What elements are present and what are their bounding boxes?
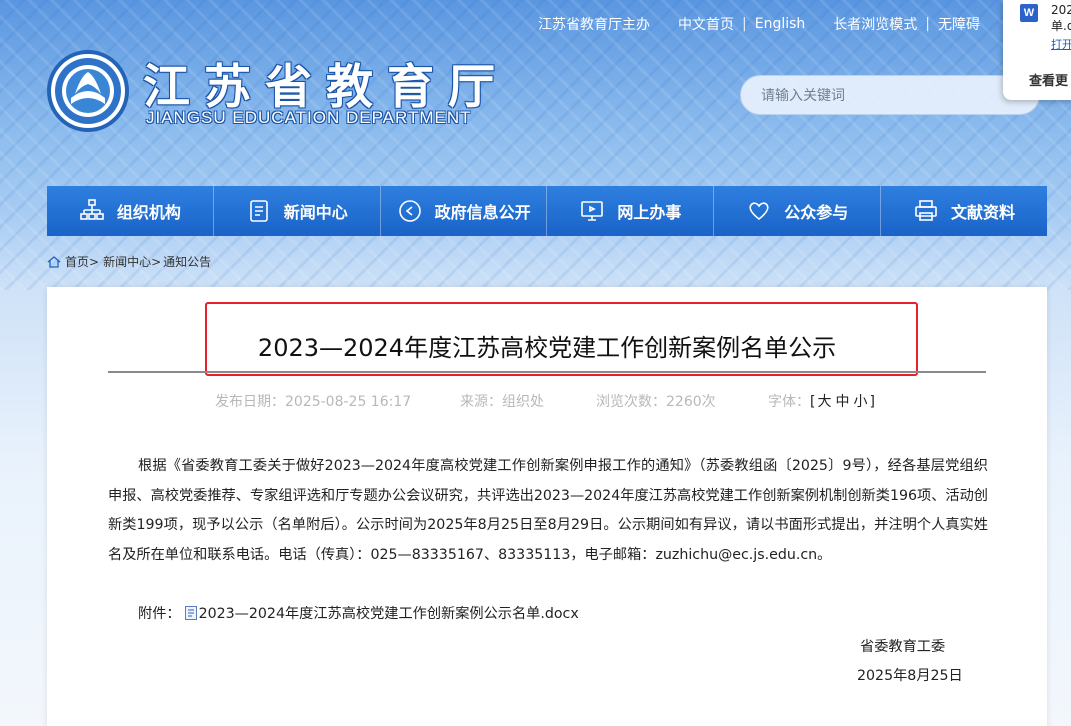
source-label: 来源：: [460, 394, 502, 410]
views-value: 2260次: [666, 394, 716, 410]
emblem-icon: [55, 58, 121, 124]
source-value: 组织处: [502, 394, 544, 410]
publish-value: 2025-08-25 16:17: [285, 394, 412, 410]
nav-label: 网上办事: [617, 203, 682, 222]
search-input[interactable]: [761, 85, 1021, 107]
nav-label: 政府信息公开: [434, 203, 531, 222]
search-box: [740, 75, 1040, 115]
home-cn-link[interactable]: 中文首页: [678, 14, 734, 34]
download-filename[interactable]: 2023 单.d: [1051, 2, 1071, 34]
document-icon: [249, 200, 268, 222]
font-size-control: 字体：[大中小]: [768, 391, 875, 411]
attachment: 附件： 2023—2024年度江苏高校党建工作创新案例公示名单.docx: [138, 603, 579, 623]
bracket-open: [: [810, 394, 816, 410]
heart-icon: [749, 202, 769, 221]
printer-icon: [915, 200, 937, 221]
nav-item-news[interactable]: 新闻中心: [214, 186, 381, 236]
font-label: 字体：: [768, 394, 810, 410]
signature-date: 2025年8月25日: [857, 668, 963, 684]
filename-line: 2023: [1051, 3, 1071, 17]
signature-org: 省委教育工委: [860, 639, 946, 655]
nav-item-gov-info[interactable]: 政府信息公开: [381, 186, 548, 236]
font-medium-button[interactable]: 中: [835, 394, 849, 410]
font-large-button[interactable]: 大: [817, 394, 831, 410]
view-more-link[interactable]: 查看更: [1029, 70, 1068, 89]
breadcrumb: 首页> 新闻中心> 通知公告: [47, 253, 211, 270]
publish-date: 发布日期：2025-08-25 16:17: [215, 391, 411, 411]
attachment-label: 附件：: [138, 606, 181, 622]
download-popup: W 2023 单.d 打开 查看更: [1003, 0, 1071, 100]
play-circle-icon: [398, 200, 421, 222]
view-count: 浏览次数：2260次: [596, 391, 716, 411]
bracket-close: ]: [869, 394, 875, 410]
top-links: 江苏省教育厅主办 中文首页 | English 长者浏览模式 | 无障碍: [538, 14, 980, 34]
nav-item-organization[interactable]: 组织机构: [47, 186, 214, 236]
word-icon: W: [1020, 4, 1038, 22]
nav-label: 组织机构: [116, 203, 181, 222]
views-label: 浏览次数：: [596, 394, 666, 410]
highlight-box: [205, 302, 918, 376]
header-background: [0, 0, 1071, 290]
home-icon: [47, 255, 61, 268]
org-chart-icon: [80, 199, 104, 220]
logo-emblem: [47, 50, 129, 132]
breadcrumb-home[interactable]: 首页>: [65, 253, 99, 270]
divider: |: [742, 16, 747, 32]
divider: |: [925, 16, 930, 32]
nav-label: 文献资料: [951, 203, 1016, 222]
breadcrumb-current: 通知公告: [163, 255, 212, 269]
main-nav: 组织机构 新闻中心 政府信息公开 网上办事 公众参与 文献资料: [47, 186, 1047, 236]
doc-file-icon: [184, 606, 197, 620]
open-file-link[interactable]: 打开: [1051, 36, 1071, 52]
article-body: 根据《省委教育工委关于做好2023—2024年度高校党建工作创新案例申报工作的通…: [108, 452, 988, 570]
english-link[interactable]: English: [755, 16, 806, 32]
nav-item-documents[interactable]: 文献资料: [881, 186, 1047, 236]
host-label: 江苏省教育厅主办: [538, 17, 650, 33]
nav-label: 新闻中心: [283, 203, 348, 222]
site-title[interactable]: 江苏省教育厅: [143, 48, 509, 117]
breadcrumb-news[interactable]: 新闻中心>: [103, 253, 161, 270]
body-paragraph: 根据《省委教育工委关于做好2023—2024年度高校党建工作创新案例申报工作的通…: [108, 458, 988, 563]
font-small-button[interactable]: 小: [853, 394, 867, 410]
nav-label: 公众参与: [784, 203, 849, 222]
monitor-icon: [581, 201, 604, 221]
site-subtitle: JIANGSU EDUCATION DEPARTMENT: [146, 108, 472, 127]
nav-item-online-services[interactable]: 网上办事: [547, 186, 715, 236]
filename-line: 单.d: [1051, 19, 1071, 33]
title-divider: [108, 371, 986, 373]
publish-label: 发布日期：: [215, 394, 285, 410]
accessible-link[interactable]: 无障碍: [938, 14, 980, 34]
attachment-link[interactable]: 2023—2024年度江苏高校党建工作创新案例公示名单.docx: [199, 603, 579, 623]
elder-mode-link[interactable]: 长者浏览模式: [833, 14, 917, 34]
source: 来源：组织处: [460, 391, 544, 411]
nav-item-public-participation[interactable]: 公众参与: [714, 186, 882, 236]
